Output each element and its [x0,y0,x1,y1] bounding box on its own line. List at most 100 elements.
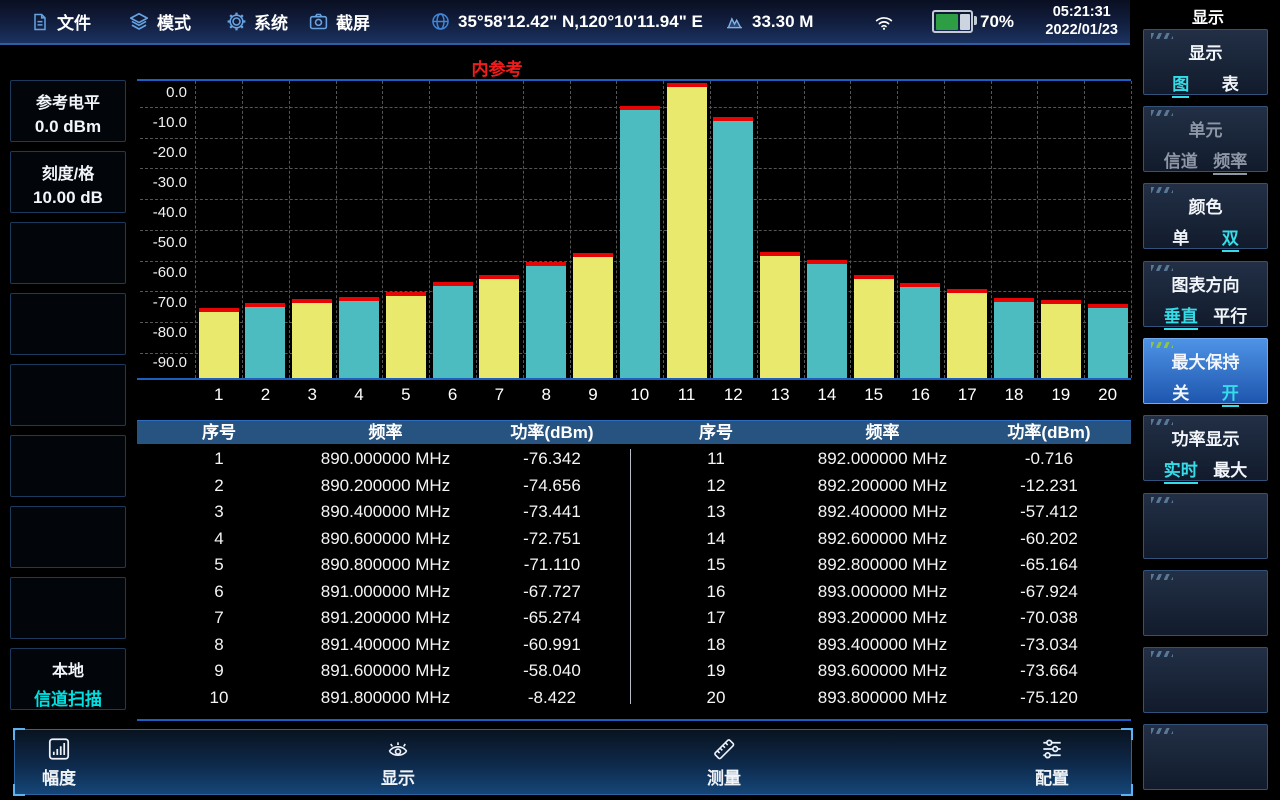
channel-bar [479,275,519,378]
x-axis-tick: 11 [663,385,710,405]
toolbar-测量[interactable]: 测量 [707,736,741,789]
corner-stripes-icon [1151,187,1173,193]
channel-frequency: 892.000000 MHz [798,446,967,473]
channel-power: -57.412 [967,499,1131,526]
file-icon [30,12,50,32]
table-row: 8891.400000 MHz-60.99118893.400000 MHz-7… [137,632,1131,659]
altitude-readout: 33.30 M [724,0,813,43]
softkey-颜色[interactable]: 颜色单双 [1143,183,1268,249]
softkey-功率显示[interactable]: 功率显示实时最大 [1143,415,1268,481]
corner-stripes-icon [1151,728,1173,734]
toolbar-显示[interactable]: 显示 [381,736,415,789]
channel-bar [620,106,660,378]
channel-bar [573,253,613,378]
max-hold-cap [1041,300,1081,304]
softkey-显示[interactable]: 显示图表 [1143,29,1268,95]
channel-bar [1041,300,1081,378]
corner-stripes-icon [1151,497,1173,503]
table-row: 6891.000000 MHz-67.72716893.000000 MHz-6… [137,579,1131,606]
option-图[interactable]: 图 [1172,70,1189,98]
channel-index: 7 [137,605,301,632]
option-双[interactable]: 双 [1222,224,1239,252]
channel-index: 4 [137,526,301,553]
app-root: 文件模式系统截屏 35°58'12.42" N,120°10'11.94" E … [0,0,1280,800]
table-bottom-border [137,719,1131,721]
channel-index: 13 [634,499,798,526]
channel-bar [245,303,285,378]
x-axis-tick: 12 [710,385,757,405]
softkey-单元[interactable]: 单元信道频率 [1143,106,1268,172]
softkey-empty [10,435,126,497]
plot-top-border [137,79,1131,81]
x-axis-tick: 16 [897,385,944,405]
softkey-value: 信道扫描 [11,685,125,710]
channel-power: -70.038 [967,605,1131,632]
option-开[interactable]: 开 [1222,379,1239,407]
corner-stripes-icon [1151,651,1173,657]
channel-index: 2 [137,473,301,500]
clock: 05:21:31 2022/01/23 [1045,3,1118,39]
softkey-empty [1143,570,1268,636]
x-axis-tick: 14 [804,385,851,405]
softkey-options: 单双 [1144,224,1267,252]
channel-frequency: 890.400000 MHz [301,499,470,526]
x-axis-tick: 1 [195,385,242,405]
option-单[interactable]: 单 [1172,224,1189,252]
softkey-left-1[interactable]: 刻度/格10.00 dB [10,151,126,213]
channel-bar [292,299,332,378]
channel-power: -76.342 [470,446,634,473]
menu-label: 文件 [57,9,91,34]
amplitude-icon [42,736,76,762]
channel-frequency: 892.600000 MHz [798,526,967,553]
channel-frequency: 891.400000 MHz [301,632,470,659]
toolbar-label: 幅度 [42,764,76,789]
toolbar-幅度[interactable]: 幅度 [42,736,76,789]
max-hold-cap [479,275,519,279]
softkey-left-0[interactable]: 参考电平0.0 dBm [10,80,126,142]
channel-bar [854,275,894,378]
channel-index: 12 [634,473,798,500]
channel-frequency: 893.200000 MHz [798,605,967,632]
channel-frequency: 891.600000 MHz [301,658,470,685]
date-value: 2022/01/23 [1045,21,1118,39]
menu-gear[interactable]: 系统 [226,0,288,43]
option-频率[interactable]: 频率 [1213,147,1247,175]
softkey-最大保持[interactable]: 最大保持关开 [1143,338,1268,404]
channel-frequency: 890.600000 MHz [301,526,470,553]
channel-index: 20 [634,685,798,712]
max-hold-cap [339,297,379,301]
softkey-title: 功率显示 [1144,425,1267,450]
table-header-cell: 功率(dBm) [470,421,634,444]
y-axis-tick: -70.0 [139,294,187,312]
option-表[interactable]: 表 [1222,70,1239,98]
softkey-scan-mode[interactable]: 本地信道扫描 [10,648,126,710]
menu-layers[interactable]: 模式 [128,0,191,43]
channel-power: -67.727 [470,579,634,606]
channel-frequency: 893.000000 MHz [798,579,967,606]
option-垂直[interactable]: 垂直 [1164,302,1198,330]
channel-frequency: 890.200000 MHz [301,473,470,500]
option-关[interactable]: 关 [1172,379,1189,407]
menu-screenshot[interactable]: 截屏 [308,0,370,43]
channel-bar [947,289,987,378]
table-header: 序号频率功率(dBm)序号频率功率(dBm) [137,420,1131,444]
channel-power: -67.924 [967,579,1131,606]
screenshot-icon [308,11,329,32]
option-信道[interactable]: 信道 [1164,147,1198,175]
softkey-options: 信道频率 [1144,147,1267,175]
menu-file[interactable]: 文件 [30,0,91,43]
option-最大[interactable]: 最大 [1213,456,1247,484]
bottom-toolbar: 幅度 显示 测量 配置 [14,729,1132,795]
toolbar-配置[interactable]: 配置 [1035,736,1069,789]
max-hold-cap [900,283,940,287]
battery-icon [932,10,973,33]
channel-index: 19 [634,658,798,685]
channel-index: 11 [634,446,798,473]
softkey-图表方向[interactable]: 图表方向垂直平行 [1143,261,1268,327]
channel-index: 6 [137,579,301,606]
option-平行[interactable]: 平行 [1213,302,1247,330]
channel-index: 14 [634,526,798,553]
max-hold-cap [199,308,239,312]
option-实时[interactable]: 实时 [1164,456,1198,484]
channel-bar [339,297,379,378]
